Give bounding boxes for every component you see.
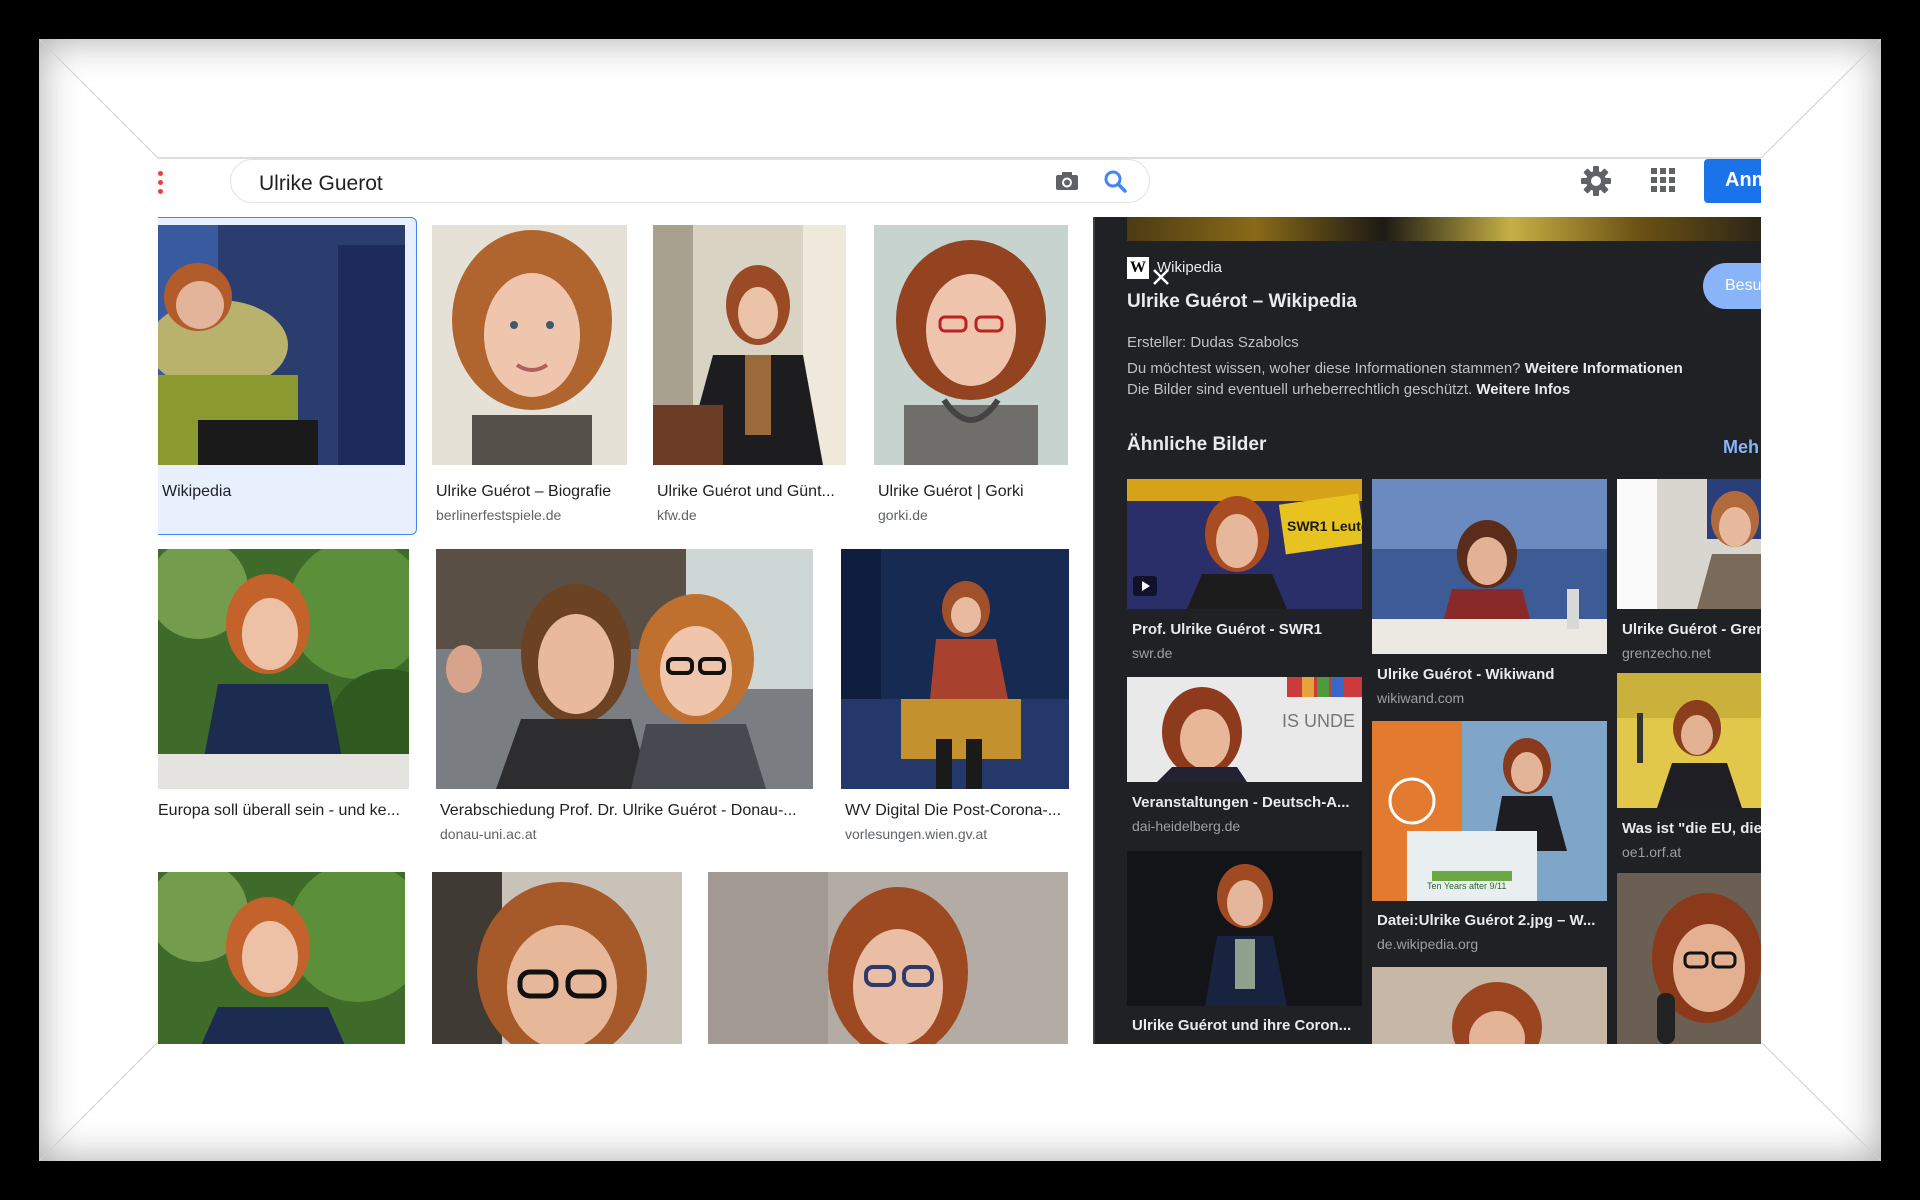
- result-tile[interactable]: [708, 872, 1070, 1044]
- result-thumbnail[interactable]: [158, 872, 405, 1044]
- similar-title[interactable]: Ulrike Guérot - Gren: [1622, 621, 1761, 638]
- similar-thumbnail[interactable]: [1617, 673, 1761, 808]
- similar-tile[interactable]: Ulrike Guérot - Gren grenzecho.net: [1617, 479, 1761, 661]
- result-thumbnail[interactable]: [436, 549, 813, 789]
- similar-source: de.wikipedia.org: [1377, 936, 1479, 952]
- result-title[interactable]: WV Digital Die Post-Corona-...: [845, 802, 1065, 820]
- result-thumbnail[interactable]: [158, 225, 405, 465]
- logo-fragment[interactable]: [158, 171, 164, 199]
- similar-title[interactable]: Ulrike Guérot und ihre Coron...: [1132, 1017, 1357, 1034]
- similar-tile[interactable]: Ten Years after 9/11 Datei:Ulrike Guérot…: [1372, 721, 1607, 956]
- result-thumbnail[interactable]: [874, 225, 1068, 465]
- similar-title[interactable]: Was ist "die EU, die: [1622, 820, 1761, 837]
- preview-image-edge[interactable]: [1127, 217, 1761, 241]
- similar-tile[interactable]: Ulrike Guérot und ihre Coron...: [1127, 851, 1362, 1044]
- similar-thumbnail[interactable]: Ten Years after 9/11: [1372, 721, 1607, 901]
- similar-tile[interactable]: Ulrike Guérot - Wikiwand wikiwand.com: [1372, 479, 1607, 706]
- visit-button[interactable]: Besu: [1703, 263, 1761, 309]
- result-thumbnail[interactable]: [432, 225, 627, 465]
- result-source: vorlesungen.wien.gv.at: [845, 826, 988, 842]
- info-text-2: Die Bilder sind eventuell urheberrechtli…: [1127, 381, 1473, 398]
- similar-thumbnail[interactable]: [1372, 479, 1607, 654]
- similar-source: wikiwand.com: [1377, 690, 1465, 706]
- result-tile[interactable]: [158, 872, 406, 1044]
- similar-thumbnail[interactable]: [1127, 851, 1362, 1006]
- signin-button[interactable]: Anm: [1704, 159, 1761, 203]
- result-source: gorki.de: [878, 507, 928, 523]
- similar-title[interactable]: Veranstaltungen - Deutsch-A...: [1132, 794, 1357, 811]
- image-results-grid: Wikipedia Ulrike Guérot – Biografie berl…: [158, 217, 1093, 1044]
- close-icon[interactable]: [1149, 265, 1173, 289]
- search-icon[interactable]: [1101, 167, 1129, 195]
- similar-title[interactable]: Ulrike Guérot - Wikiwand: [1377, 666, 1602, 683]
- result-thumbnail[interactable]: [653, 225, 846, 465]
- swr-badge-text: SWR1 Leute: [1287, 518, 1362, 534]
- similar-tile[interactable]: SWR1 Leute Prof. Ulrike Guérot - SWR1 sw…: [1127, 479, 1362, 661]
- event-badge-text: IS UNDE: [1282, 711, 1355, 731]
- result-title[interactable]: Ulrike Guérot – Biografie: [436, 483, 626, 501]
- similar-thumbnail[interactable]: [1617, 479, 1761, 609]
- panel-title[interactable]: Ulrike Guérot – Wikipedia: [1127, 291, 1357, 313]
- gear-icon[interactable]: [1578, 163, 1614, 199]
- similar-source: dai-heidelberg.de: [1132, 818, 1241, 834]
- result-tile[interactable]: Verabschiedung Prof. Dr. Ulrike Guérot -…: [436, 549, 816, 842]
- similar-tile[interactable]: Was ist "die EU, die oe1.orf.at: [1617, 673, 1761, 863]
- similar-thumbnail[interactable]: SWR1 Leute: [1127, 479, 1362, 609]
- info-text-1: Du möchtest wissen, woher diese Informat…: [1127, 360, 1521, 377]
- similar-source: oe1.orf.at: [1622, 844, 1682, 860]
- info-line-2: Die Bilder sind eventuell urheberrechtli…: [1127, 381, 1570, 398]
- panel-creator: Ersteller: Dudas Szabolcs: [1127, 334, 1299, 351]
- result-tile[interactable]: Ulrike Guérot und Günt... kfw.de: [653, 225, 849, 525]
- browser-screen: Ulrike Guerot An Wikipedia Ulrike Guérot…: [158, 157, 1761, 1044]
- result-thumbnail[interactable]: [841, 549, 1069, 789]
- similar-tile[interactable]: [1372, 967, 1607, 1044]
- result-thumbnail[interactable]: [158, 549, 409, 789]
- play-icon[interactable]: [1133, 576, 1157, 596]
- wikipedia-logo-icon: W: [1127, 257, 1149, 279]
- result-tile[interactable]: Ulrike Guérot | Gorki gorki.de: [874, 225, 1070, 525]
- similar-thumbnail[interactable]: [1372, 967, 1607, 1044]
- similar-tile[interactable]: [1617, 873, 1761, 1044]
- result-source: donau-uni.ac.at: [440, 826, 537, 842]
- preview-panel: W Wikipedia Ulrike Guérot – Wikipedia Be…: [1093, 217, 1761, 1044]
- camera-icon[interactable]: [1053, 168, 1081, 194]
- info-line-1: Du möchtest wissen, woher diese Informat…: [1127, 360, 1683, 377]
- result-tile[interactable]: [432, 872, 682, 1044]
- similar-tile[interactable]: IS UNDE Veranstaltungen - Deutsch-A... d…: [1127, 677, 1362, 837]
- result-tile[interactable]: Europa soll überall sein - und ke...: [158, 549, 410, 839]
- result-source: berlinerfestspiele.de: [436, 507, 562, 523]
- search-input[interactable]: Ulrike Guerot: [259, 172, 383, 196]
- result-thumbnail[interactable]: [432, 872, 682, 1044]
- similar-source: swr.de: [1132, 645, 1173, 661]
- search-box[interactable]: Ulrike Guerot: [230, 159, 1150, 203]
- similar-images-heading: Ähnliche Bilder: [1127, 434, 1267, 455]
- info-link-2[interactable]: Weitere Infos: [1476, 381, 1570, 398]
- result-source: kfw.de: [657, 507, 697, 523]
- result-tile[interactable]: Wikipedia: [158, 225, 408, 525]
- similar-title[interactable]: Prof. Ulrike Guérot - SWR1: [1132, 621, 1357, 638]
- more-link[interactable]: Meh: [1723, 437, 1759, 458]
- result-title[interactable]: Verabschiedung Prof. Dr. Ulrike Guérot -…: [440, 802, 810, 820]
- result-title[interactable]: Ulrike Guérot | Gorki: [878, 483, 1058, 501]
- apps-grid-icon[interactable]: [1646, 163, 1680, 197]
- result-title[interactable]: Europa soll überall sein - und ke...: [158, 802, 403, 820]
- similar-thumbnail[interactable]: IS UNDE: [1127, 677, 1362, 782]
- result-tile[interactable]: Ulrike Guérot – Biografie berlinerfestsp…: [432, 225, 628, 525]
- similar-source: grenzecho.net: [1622, 645, 1711, 661]
- result-tile[interactable]: WV Digital Die Post-Corona-... vorlesung…: [841, 549, 1071, 842]
- result-title[interactable]: Ulrike Guérot und Günt...: [657, 483, 837, 501]
- top-bar: Ulrike Guerot An: [158, 159, 1761, 217]
- podium-text: Ten Years after 9/11: [1427, 881, 1506, 891]
- result-thumbnail[interactable]: [708, 872, 1068, 1044]
- similar-title[interactable]: Datei:Ulrike Guérot 2.jpg – W...: [1377, 912, 1602, 929]
- similar-thumbnail[interactable]: [1617, 873, 1761, 1044]
- result-title[interactable]: Wikipedia: [162, 483, 402, 501]
- info-link-1[interactable]: Weitere Informationen: [1525, 360, 1683, 377]
